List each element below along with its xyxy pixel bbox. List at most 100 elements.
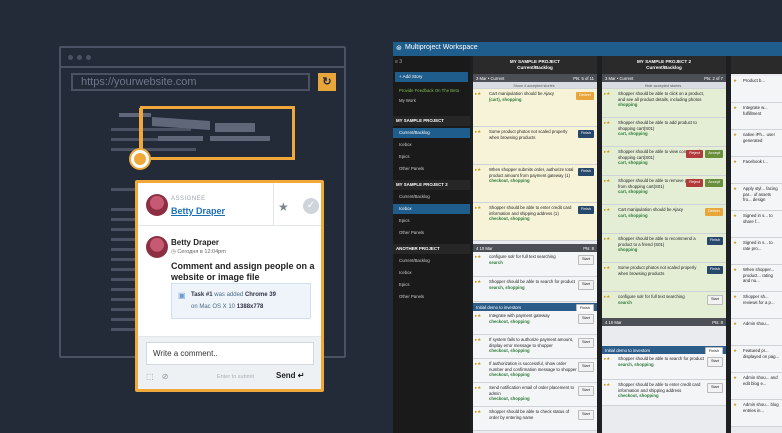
reject-button[interactable]: Reject — [686, 150, 703, 158]
send-button[interactable]: Send ↵ — [276, 371, 305, 380]
story-row[interactable]: ▸★ If system fails to authorize payment a… — [473, 335, 597, 359]
story-row[interactable]: ★ Admin shou... blog entries in... — [731, 400, 782, 427]
story-row[interactable]: ▸★ Cart manipulation should be Ajaxy cart,… — [602, 205, 726, 234]
story-state-button[interactable]: Finish — [706, 266, 723, 274]
sidebar-item-epics[interactable]: Epics — [393, 152, 470, 162]
comment-pin-icon[interactable] — [131, 150, 149, 168]
story-state-button[interactable]: Start — [577, 410, 594, 420]
story-row[interactable]: ▸★ configure solr for full text searching… — [473, 252, 597, 277]
story-row[interactable]: ▸★ Shopper should be able to enter credit… — [473, 203, 597, 241]
story-state-button[interactable]: Start — [706, 383, 723, 393]
story-row[interactable]: ★ Featured pr... displayed on pag... — [731, 346, 782, 373]
story-labels[interactable]: cart, shopping — [618, 131, 724, 137]
story-state-button[interactable]: Accept — [705, 150, 723, 158]
sidebar-item-current[interactable]: Current/Backlog — [393, 128, 470, 138]
sidebar-item-other-panels[interactable]: Other Panels — [393, 228, 470, 238]
sidebar-item-epics[interactable]: Epics — [393, 216, 470, 226]
story-labels[interactable]: shopping — [618, 102, 724, 108]
check-icon[interactable]: ✓ — [303, 198, 319, 214]
story-state-button[interactable]: Start — [706, 295, 723, 305]
sidebar-project-heading[interactable]: MY SAMPLE PROJECT 2 — [393, 180, 470, 190]
sidebar-item-icebox[interactable]: Icebox — [393, 204, 470, 214]
sidebar-link-feedback[interactable]: Provide Feedback On The Beta — [393, 86, 470, 96]
story-row[interactable]: ★ When shopper... product... rating and n… — [731, 265, 782, 292]
story-state-button[interactable]: Accept — [705, 179, 723, 187]
refresh-icon[interactable]: ↻ — [318, 73, 336, 91]
sidebar-project-heading[interactable]: MY SAMPLE PROJECT — [393, 116, 470, 126]
story-labels[interactable]: cart, shopping — [618, 160, 724, 166]
story-row[interactable]: ▸★ Shopper should be able to add product … — [602, 118, 726, 147]
story-state-button[interactable]: Start — [577, 362, 594, 372]
story-labels[interactable]: checkout, shopping — [618, 393, 724, 399]
story-row[interactable]: ▸★ Shopper should be able to recommend a … — [602, 234, 726, 263]
sidebar-item-icebox[interactable]: Icebox — [393, 140, 470, 150]
story-row[interactable]: ▸★ Shopper should be able to search for p… — [602, 354, 726, 380]
story-row[interactable]: ▸★ Shopper should be able to remove produ… — [602, 176, 726, 205]
story-row[interactable]: ▸★ Shopper should be able to check status… — [473, 407, 597, 431]
story-row[interactable]: ★ Signed in s... to rate pro... — [731, 238, 782, 265]
story-state-button[interactable]: Deliver — [705, 208, 723, 216]
url-bar[interactable]: https://yourwebsite.com — [71, 73, 310, 91]
story-row[interactable]: ★ Admin shou... — [731, 319, 782, 346]
story-labels[interactable]: shopping — [618, 247, 724, 253]
story-row[interactable]: ▸★ Send notification email of order place… — [473, 383, 597, 407]
story-labels[interactable]: checkout, shopping — [489, 372, 595, 378]
story-labels[interactable]: checkout, shopping — [489, 396, 595, 402]
story-state-button[interactable]: Finish — [577, 206, 594, 214]
sidebar-project-heading[interactable]: ANOTHER PROJECT — [393, 244, 470, 254]
epic-marker[interactable]: Initial demo to investors Finish — [473, 303, 597, 312]
story-state-button[interactable]: Finish — [706, 237, 723, 245]
add-story-button[interactable]: + Add Story — [395, 72, 468, 82]
story-row[interactable]: ▸★ Shopper should be able to view content… — [602, 147, 726, 176]
reject-button[interactable]: Reject — [686, 179, 703, 187]
story-row[interactable]: ▸★ Cart manipulation should be Ajaxy (cart… — [473, 89, 597, 127]
story-labels[interactable]: checkout, shopping — [489, 348, 595, 354]
story-row[interactable]: ▸★ If authorization is successful, show o… — [473, 359, 597, 383]
sidebar-link-my-work[interactable]: My Work — [393, 96, 470, 106]
paperclip-icon[interactable]: ⊘ — [162, 372, 169, 381]
story-row[interactable]: ★ Integrate w... fulfillment — [731, 103, 782, 130]
comment-input[interactable]: Write a comment.. — [146, 342, 314, 365]
assignee-name-link[interactable]: Betty Draper — [171, 206, 225, 216]
story-state-button[interactable]: Start — [577, 386, 594, 396]
sidebar-item-epics[interactable]: Epics — [393, 280, 470, 290]
sidebar-item-icebox[interactable]: Icebox — [393, 268, 470, 278]
accepted-toggle[interactable]: Hide accepted stories — [602, 82, 726, 89]
story-state-button[interactable]: Start — [577, 314, 594, 324]
story-row[interactable]: ★ Product b... — [731, 76, 782, 103]
accepted-toggle[interactable]: Show 4 accepted stories — [473, 82, 597, 89]
app-title[interactable]: Multiproject Workspace — [405, 44, 478, 51]
story-row[interactable]: ▸★ configure solr for full text searching… — [602, 292, 726, 321]
story-state-button[interactable]: Finish — [577, 168, 594, 176]
story-row[interactable]: ★ Apply styl... facing par... of assets f… — [731, 184, 782, 211]
story-state-button[interactable]: Start — [577, 255, 594, 265]
story-row[interactable]: ▸★ Integrate with payment gateway checkout… — [473, 311, 597, 335]
story-row[interactable]: ★ Shopper sh... reviews for a p... — [731, 292, 782, 319]
story-row[interactable]: ★ native iPh... user generated — [731, 130, 782, 157]
story-state-button[interactable]: Start — [577, 338, 594, 348]
story-row[interactable]: ★ Admin shou... and edit blog e... — [731, 373, 782, 400]
story-row[interactable]: ▸★ Some product photos not scaled properl… — [473, 127, 597, 165]
story-row[interactable]: ▸★ When shopper submits order, authorize … — [473, 165, 597, 203]
story-state-button[interactable]: Start — [706, 357, 723, 367]
story-state-button[interactable]: Deliver — [576, 92, 594, 100]
sidebar-item-current[interactable]: Current/Backlog — [393, 192, 470, 202]
story-row[interactable]: ★ Signed in s... to share f... — [731, 211, 782, 238]
story-state-button[interactable]: Start — [577, 280, 594, 290]
story-row[interactable]: ▸★ Shopper should be able to enter credit… — [602, 380, 726, 406]
sidebar-item-other-panels[interactable]: Other Panels — [393, 164, 470, 174]
attach-image-icon[interactable]: ⬚ — [146, 372, 154, 381]
story-labels[interactable]: cart, shopping — [618, 189, 724, 195]
menu-icon[interactable]: ≡ 3 — [395, 59, 402, 65]
story-row[interactable]: ▸★ Shopper should be able to search for p… — [473, 277, 597, 302]
story-labels[interactable]: checkout, shopping — [489, 216, 595, 222]
sidebar-item-current[interactable]: Current/Backlog — [393, 256, 470, 266]
sidebar-item-other-panels[interactable]: Other Panels — [393, 292, 470, 302]
story-row[interactable]: ▸★ Some product photos not scaled properl… — [602, 263, 726, 292]
story-labels[interactable]: checkout, shopping — [489, 178, 595, 184]
star-icon[interactable]: ★ — [278, 200, 289, 214]
story-row[interactable]: ▸★ Shopper should be able to click on a p… — [602, 89, 726, 118]
story-state-button[interactable]: Finish — [577, 130, 594, 138]
story-row[interactable]: ★ Facebook I... — [731, 157, 782, 184]
epic-marker[interactable]: Initial demo to investors Finish — [602, 346, 726, 355]
